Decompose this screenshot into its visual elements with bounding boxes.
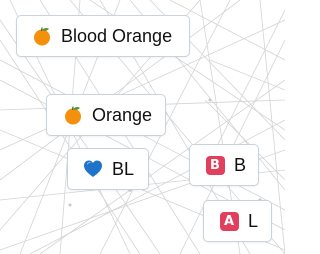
element-chip-b[interactable]: B B bbox=[189, 144, 259, 186]
element-label: Blood Orange bbox=[61, 25, 173, 46]
a-badge-letter: A bbox=[219, 211, 239, 231]
element-chip-orange[interactable]: Orange bbox=[46, 94, 166, 136]
crafting-canvas[interactable]: Blood Orange Orange BL B B A L bbox=[0, 0, 285, 254]
element-label: Orange bbox=[92, 104, 153, 125]
element-chip-blood-orange[interactable]: Blood Orange bbox=[16, 15, 190, 57]
element-label: BL bbox=[112, 158, 135, 179]
blue-heart-icon bbox=[82, 158, 104, 180]
b-button-icon: B bbox=[204, 154, 226, 176]
a-button-icon: A bbox=[218, 210, 240, 232]
tangerine-icon bbox=[31, 25, 53, 47]
element-chip-bl[interactable]: BL bbox=[67, 148, 149, 190]
b-badge-letter: B bbox=[205, 155, 225, 175]
tangerine-icon bbox=[62, 104, 84, 126]
element-label: B bbox=[234, 154, 247, 175]
element-label: L bbox=[248, 210, 259, 231]
element-chip-l[interactable]: A L bbox=[203, 200, 272, 242]
